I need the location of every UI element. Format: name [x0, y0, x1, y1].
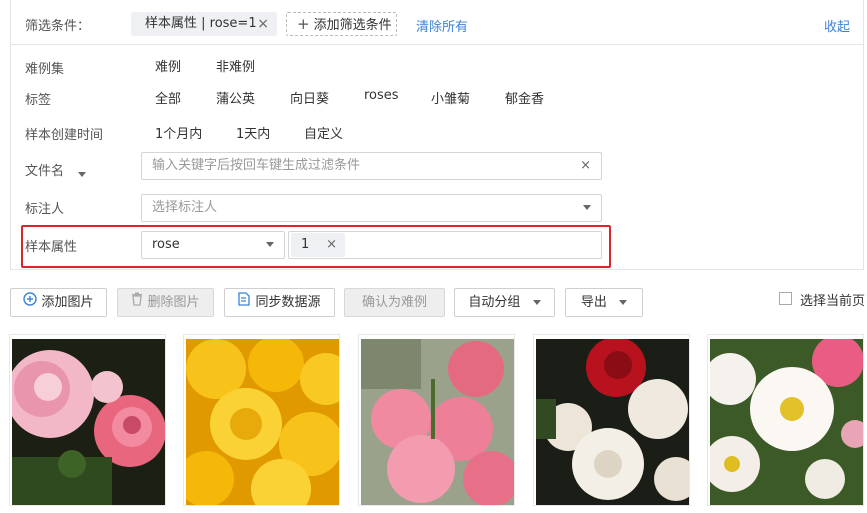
option-non-hard-case[interactable]: 非难例 [216, 56, 255, 75]
wild-white-roses-image [710, 339, 863, 505]
plus-icon: + [297, 15, 310, 33]
pink-rose-bouquet-image [361, 339, 514, 505]
collapse-link[interactable]: 收起 [824, 16, 850, 35]
red-white-roses-image [536, 339, 689, 505]
close-icon[interactable]: × [326, 233, 337, 257]
chevron-down-icon [532, 295, 541, 310]
pink-roses-image [12, 339, 165, 505]
select-current-page-checkbox[interactable] [779, 292, 792, 305]
add-image-button[interactable]: 添加图片 [10, 288, 107, 317]
sample-attribute-label: 样本属性 [25, 240, 78, 255]
tag-option-tulip[interactable]: 郁金香 [505, 88, 544, 107]
image-card[interactable] [707, 334, 864, 506]
select-current-page-label: 选择当前页 [800, 294, 866, 309]
image-card[interactable] [533, 334, 690, 506]
confirm-hard-case-button[interactable]: 确认为难例 [344, 288, 445, 317]
add-image-label: 添加图片 [41, 295, 94, 310]
filename-label: 文件名 [25, 164, 65, 179]
export-label: 导出 [580, 295, 607, 310]
tag-option-roses[interactable]: roses [364, 88, 399, 103]
sync-datasource-label: 同步数据源 [255, 295, 321, 310]
close-icon[interactable]: × [257, 12, 269, 36]
yellow-roses-image [186, 339, 339, 505]
filename-search-input[interactable]: 输入关键字后按回车键生成过滤条件 × [141, 152, 602, 180]
sync-datasource-button[interactable]: 同步数据源 [224, 288, 335, 317]
chevron-down-icon [619, 295, 628, 310]
tag-option-all[interactable]: 全部 [155, 88, 181, 107]
chevron-down-icon [583, 195, 591, 221]
delete-image-button[interactable]: 删除图片 [117, 288, 214, 317]
filter-conditions-label: 筛选条件： [25, 19, 91, 34]
chevron-down-icon [78, 172, 86, 177]
chevron-down-icon [266, 232, 274, 258]
labeler-label: 标注人 [25, 202, 65, 217]
time-option-custom[interactable]: 自定义 [304, 123, 343, 142]
time-option-1-month[interactable]: 1个月内 [155, 123, 202, 142]
confirm-hard-case-label: 确认为难例 [361, 295, 427, 310]
filename-placeholder: 输入关键字后按回车键生成过滤条件 [152, 158, 361, 173]
sample-attribute-select[interactable]: rose [141, 231, 285, 259]
add-filter-button[interactable]: + 添加筛选条件 [286, 12, 397, 36]
clear-all-link[interactable]: 清除所有 [416, 16, 468, 35]
sync-document-icon [238, 289, 251, 316]
time-option-1-day[interactable]: 1天内 [236, 123, 270, 142]
hard-case-label: 难例集 [25, 62, 65, 77]
delete-image-label: 删除图片 [147, 295, 200, 310]
image-card[interactable] [183, 334, 340, 506]
tags-label: 标签 [25, 93, 52, 108]
sample-attribute-value: rose [152, 237, 180, 252]
labeler-placeholder: 选择标注人 [152, 200, 218, 215]
created-time-label: 样本创建时间 [25, 128, 104, 143]
attribute-value-tag[interactable]: 1 × [291, 233, 345, 257]
tag-option-sunflower[interactable]: 向日葵 [290, 88, 329, 107]
active-filter-chip[interactable]: 样本属性 | rose=1 × [131, 12, 277, 36]
image-card[interactable] [9, 334, 166, 506]
add-filter-label: 添加筛选条件 [313, 18, 392, 33]
trash-icon [131, 289, 143, 316]
attribute-value-tag-text: 1 [301, 237, 310, 252]
tag-option-dandelion[interactable]: 蒲公英 [216, 88, 255, 107]
active-filter-chip-text: 样本属性 | rose=1 [145, 16, 257, 31]
labeler-select[interactable]: 选择标注人 [141, 194, 602, 222]
option-hard-case[interactable]: 难例 [155, 56, 181, 75]
filename-type-dropdown[interactable] [78, 167, 86, 182]
plus-circle-icon [23, 289, 38, 316]
export-dropdown[interactable]: 导出 [565, 288, 643, 317]
auto-group-label: 自动分组 [468, 295, 521, 310]
tag-option-daisy[interactable]: 小雏菊 [431, 88, 470, 107]
image-card[interactable] [358, 334, 515, 506]
auto-group-dropdown[interactable]: 自动分组 [454, 288, 555, 317]
clear-icon[interactable]: × [580, 153, 591, 179]
